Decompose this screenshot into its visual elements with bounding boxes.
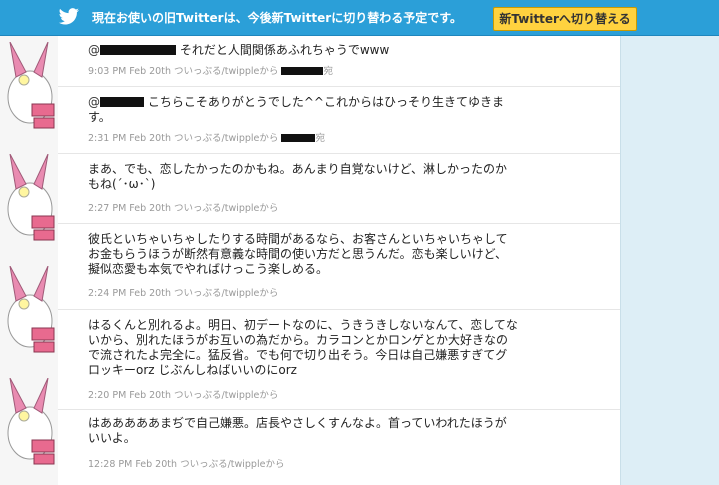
redacted-reply-to[interactable] bbox=[281, 67, 324, 75]
mention-at: @ bbox=[88, 43, 100, 57]
tweet-timestamp-link[interactable]: 9:03 PM Feb 20th bbox=[88, 66, 171, 77]
tweet-source[interactable]: ついっぷる/twippleから bbox=[174, 288, 278, 299]
tweet-timestamp-link[interactable]: 2:27 PM Feb 20th bbox=[88, 203, 171, 214]
tweet-item: はるくんと別れるよ。明日、初デートなのに、うきうきしないなんて、恋してないから、… bbox=[58, 309, 620, 410]
tweet-item: まあ、でも、恋したかったのかもね。あんまり自覚ないけど、淋しかったのかもね(´･… bbox=[58, 153, 620, 224]
mention-at: @ bbox=[88, 95, 100, 109]
tweet-source[interactable]: ついっぷる/twippleから bbox=[174, 66, 278, 77]
tweet-meta: 2:31 PM Feb 20th ついっぷる/twippleから 宛 bbox=[88, 130, 325, 144]
my-melody-wallpaper-icon bbox=[7, 42, 55, 129]
redacted-username[interactable] bbox=[100, 45, 176, 55]
tweet-meta: 2:27 PM Feb 20th ついっぷる/twippleから bbox=[88, 200, 278, 214]
switch-to-new-twitter-button[interactable]: 新Twitterへ切り替える bbox=[493, 7, 637, 31]
top-banner: 現在お使いの旧Twitterは、今後新Twitterに切り替わる予定です。 新T… bbox=[0, 0, 719, 36]
tweet-item: はあああああまぢで自己嫌悪。店長やさしくすんなよ。首っていわれたほうがいいよ。 … bbox=[58, 409, 620, 485]
tweet-text: @ こちらこそありがとうでした^^これからはひっそり生きてゆきます。 bbox=[88, 95, 518, 125]
tweet-timestamp-link[interactable]: 2:24 PM Feb 20th bbox=[88, 288, 171, 299]
reply-to-suffix: 宛 bbox=[323, 66, 333, 77]
tweet-timestamp-link[interactable]: 2:31 PM Feb 20th bbox=[88, 133, 171, 144]
tweet-text: @ それだと人間関係あふれちゃうでwww bbox=[88, 43, 518, 58]
tweet-meta: 2:24 PM Feb 20th ついっぷる/twippleから bbox=[88, 285, 278, 299]
tweet-timestamp-link[interactable]: 12:28 PM Feb 20th bbox=[88, 459, 177, 470]
tweet-meta: 2:20 PM Feb 20th ついっぷる/twippleから bbox=[88, 387, 278, 401]
tweet-text: はるくんと別れるよ。明日、初デートなのに、うきうきしないなんて、恋してないから、… bbox=[88, 318, 518, 377]
my-melody-wallpaper-icon bbox=[7, 154, 55, 241]
reply-to-suffix: 宛 bbox=[315, 133, 325, 144]
twitter-bird-icon bbox=[58, 8, 79, 25]
banner-message: 現在お使いの旧Twitterは、今後新Twitterに切り替わる予定です。 bbox=[92, 11, 462, 25]
tweet-text: はあああああまぢで自己嫌悪。店長やさしくすんなよ。首っていわれたほうがいいよ。 bbox=[88, 416, 507, 445]
tweet-item: @ こちらこそありがとうでした^^これからはひっそり生きてゆきます。 2:31 … bbox=[58, 86, 620, 154]
tweet-item: @ それだと人間関係あふれちゃうでwww 9:03 PM Feb 20th つい… bbox=[58, 36, 620, 87]
my-melody-wallpaper-icon bbox=[7, 266, 55, 353]
tweet-body: こちらこそありがとうでした^^これからはひっそり生きてゆきます。 bbox=[88, 95, 504, 124]
tweet-source[interactable]: ついっぷる/twippleから bbox=[174, 133, 278, 144]
tweet-text: 彼氏といちゃいちゃしたりする時間があるなら、お客さんといちゃいちゃしてお金もらう… bbox=[88, 232, 508, 276]
tweet-meta: 12:28 PM Feb 20th ついっぷる/twippleから bbox=[88, 456, 284, 470]
tweet-item: 彼氏といちゃいちゃしたりする時間があるなら、お客さんといちゃいちゃしてお金もらう… bbox=[58, 223, 620, 310]
tweet-body: それだと人間関係あふれちゃうでwww bbox=[179, 43, 390, 57]
redacted-username[interactable] bbox=[100, 97, 144, 107]
tweet-source[interactable]: ついっぷる/twippleから bbox=[174, 203, 278, 214]
tweet-source[interactable]: ついっぷる/twippleから bbox=[180, 459, 284, 470]
right-sidebar bbox=[620, 36, 719, 485]
background-wallpaper bbox=[0, 36, 58, 485]
tweet-source[interactable]: ついっぷる/twippleから bbox=[174, 390, 278, 401]
redacted-reply-to[interactable] bbox=[281, 134, 316, 142]
tweet-text: まあ、でも、恋したかったのかもね。あんまり自覚ないけど、淋しかったのかもね(´･… bbox=[88, 162, 508, 191]
tweet-timestamp-link[interactable]: 2:20 PM Feb 20th bbox=[88, 390, 171, 401]
tweet-meta: 9:03 PM Feb 20th ついっぷる/twippleから 宛 bbox=[88, 63, 333, 77]
my-melody-wallpaper-icon bbox=[7, 378, 55, 465]
tweet-timeline: @ それだと人間関係あふれちゃうでwww 9:03 PM Feb 20th つい… bbox=[58, 36, 620, 485]
